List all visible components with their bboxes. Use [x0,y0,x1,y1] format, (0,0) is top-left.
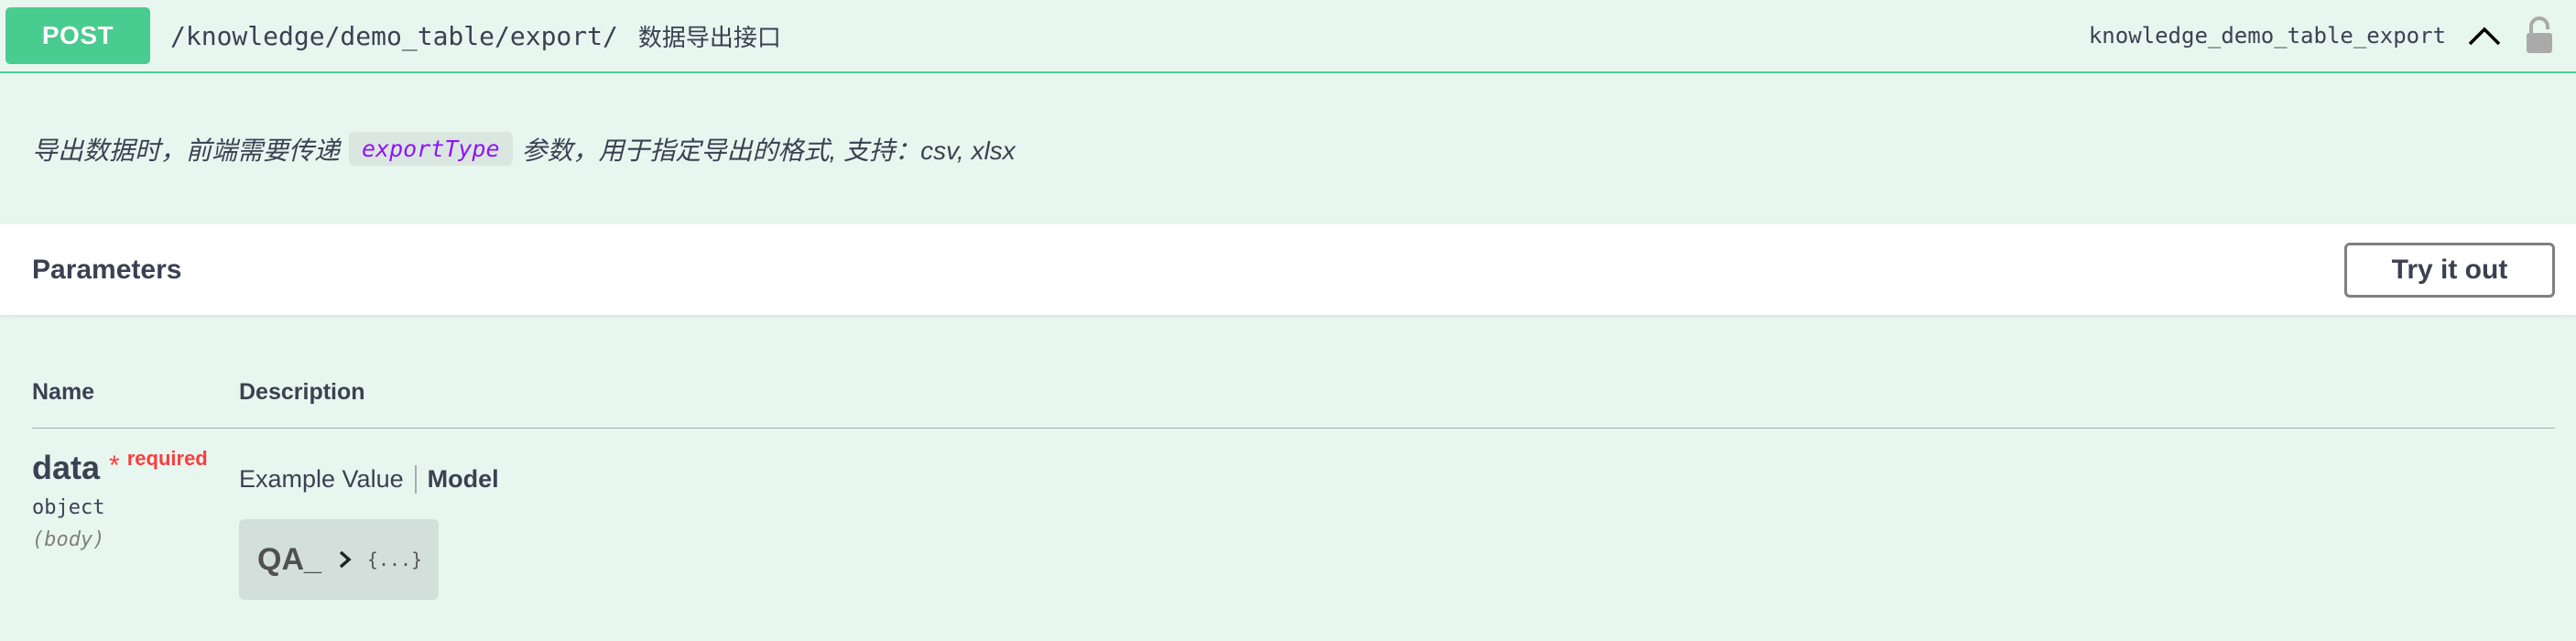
model-box[interactable]: QA_ {...} [239,519,439,600]
required-label: required [126,447,208,470]
method-badge: POST [5,7,150,64]
model-tabs: Example Value Model [239,465,499,494]
parameter-name: data [32,449,101,486]
endpoint-summary: 数据导出接口 [637,23,781,51]
chevron-up-icon[interactable] [2464,16,2505,56]
operation-id: knowledge_demo_table_export [2088,23,2446,49]
model-preview: {...} [366,549,423,570]
parameter-type: object [32,496,105,519]
tab-example-value[interactable]: Example Value [239,465,417,494]
inline-code: exportType [349,132,513,166]
description-prefix: 导出数据时，前端需要传递 [32,136,341,165]
parameter-description-cell: Example Value Model QA_ {...} [239,449,499,600]
column-description-header: Description [239,379,365,405]
try-it-out-button[interactable]: Try it out [2344,242,2555,298]
parameter-location: (body) [32,528,105,551]
lock-icon[interactable] [2521,16,2558,56]
operation-block: POST /knowledge/demo_table/export/ 数据导出接… [0,0,2576,641]
table-header: Name Description [32,315,2555,429]
parameter-name-cell: data * required object (body) [32,447,239,600]
column-name-header: Name [32,379,95,405]
parameters-table: Name Description data * required object … [0,315,2576,600]
tab-model[interactable]: Model [417,465,499,494]
table-row: data * required object (body) Example Va… [32,429,2555,600]
description-suffix: 参数，用于指定导出的格式, 支持：csv, xlsx [521,136,1016,165]
operation-description: 导出数据时，前端需要传递 exportType 参数，用于指定导出的格式, 支持… [0,73,2576,224]
parameters-header: Parameters Try it out [0,224,2576,315]
chevron-right-icon[interactable] [338,549,353,570]
required-star: * [109,451,120,481]
operation-summary[interactable]: POST /knowledge/demo_table/export/ 数据导出接… [0,0,2576,73]
parameters-title: Parameters [32,254,182,285]
endpoint-path: /knowledge/demo_table/export/ [170,20,618,51]
model-name: QA_ [257,541,321,577]
